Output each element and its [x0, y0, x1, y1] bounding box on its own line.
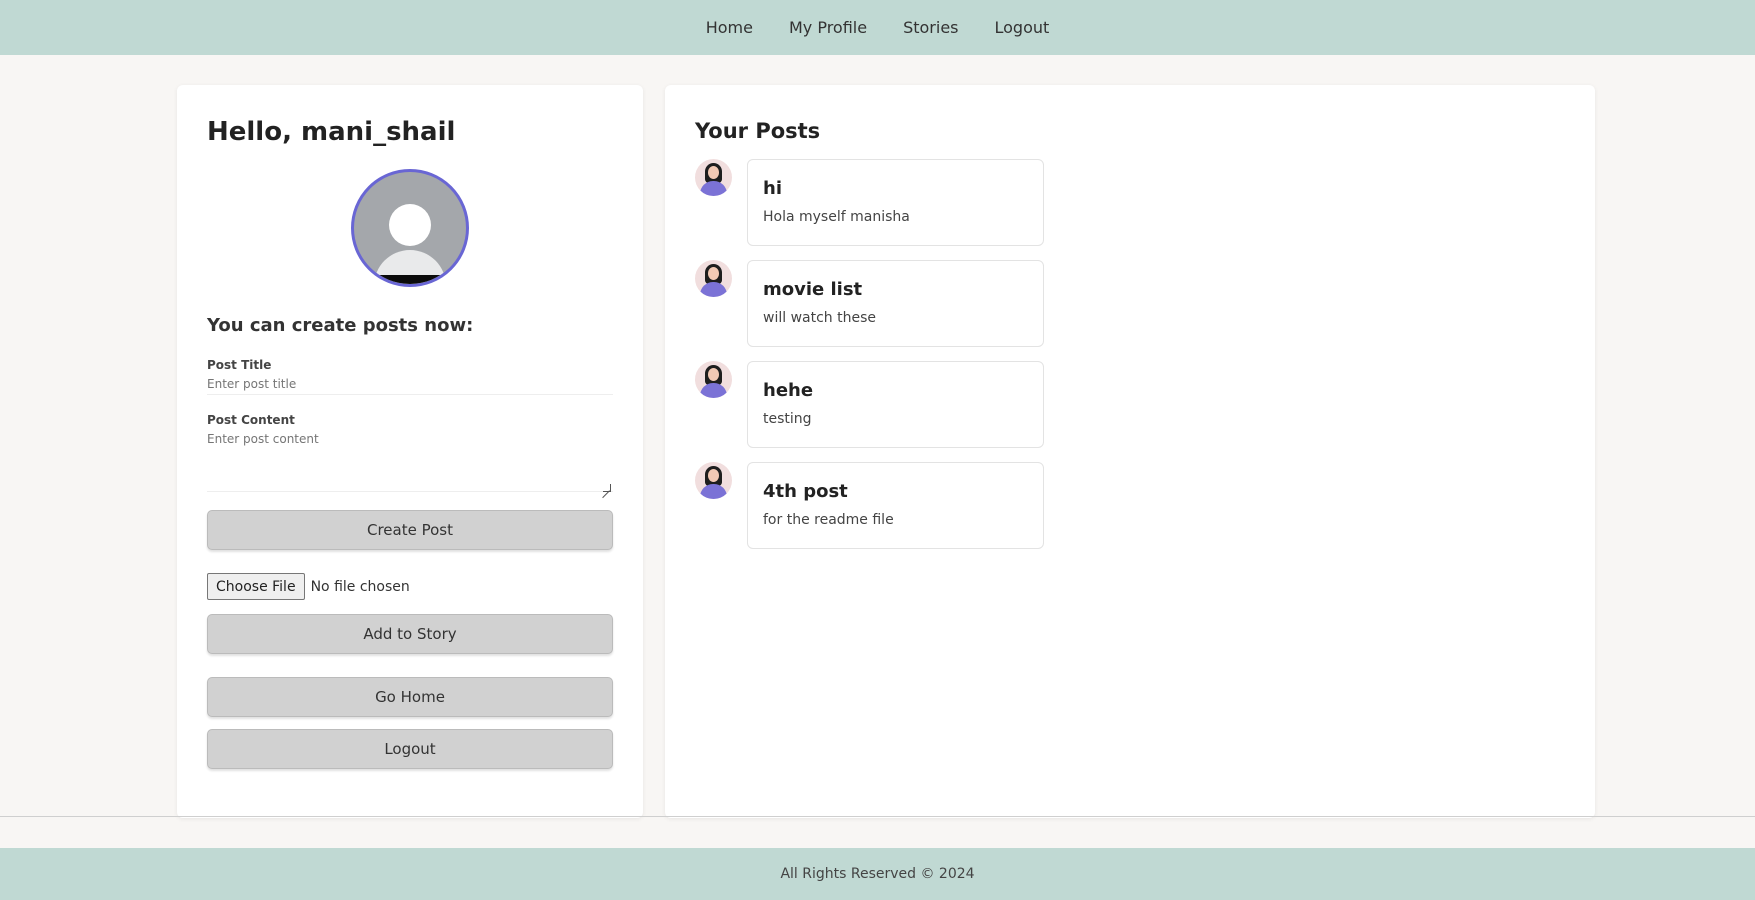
post-item: hi Hola myself manisha: [695, 159, 1565, 246]
footer-copyright: All Rights Reserved © 2024: [780, 866, 975, 882]
resize-grip-icon[interactable]: [603, 484, 611, 492]
post-content-label: Post Content: [207, 413, 295, 427]
choose-file-button[interactable]: Choose File: [207, 573, 305, 600]
logout-button[interactable]: Logout: [207, 729, 613, 769]
user-avatar-icon: [695, 159, 732, 196]
create-post-heading: You can create posts now:: [207, 315, 474, 336]
post-card[interactable]: hehe testing: [747, 361, 1044, 448]
post-title-label: Post Title: [207, 358, 272, 372]
post-item: movie list will watch these: [695, 260, 1565, 347]
post-title-input[interactable]: [207, 372, 613, 395]
post-content: testing: [763, 411, 812, 427]
create-post-button[interactable]: Create Post: [207, 510, 613, 550]
post-content: for the readme file: [763, 512, 894, 528]
nav-link-my-profile[interactable]: My Profile: [789, 18, 867, 37]
user-avatar-icon: [695, 462, 732, 499]
post-content: Hola myself manisha: [763, 209, 910, 225]
add-to-story-button[interactable]: Add to Story: [207, 614, 613, 654]
page-footer: All Rights Reserved © 2024: [0, 848, 1755, 900]
post-content-wrapper: [207, 427, 613, 496]
post-title: movie list: [763, 279, 863, 300]
post-content-textarea[interactable]: [207, 427, 613, 492]
profile-picture: [351, 169, 469, 287]
footer-divider: [0, 816, 1755, 817]
nav-link-logout[interactable]: Logout: [995, 18, 1050, 37]
post-list: hi Hola myself manisha movie list will w…: [695, 159, 1565, 549]
post-item: hehe testing: [695, 361, 1565, 448]
profile-head-shape: [389, 204, 431, 246]
profile-bottom-bar: [354, 275, 466, 284]
post-title: hehe: [763, 380, 814, 401]
post-card[interactable]: movie list will watch these: [747, 260, 1044, 347]
post-card[interactable]: hi Hola myself manisha: [747, 159, 1044, 246]
post-content: will watch these: [763, 310, 876, 326]
top-navbar: Home My Profile Stories Logout: [0, 0, 1755, 55]
posts-heading: Your Posts: [695, 119, 821, 143]
post-card[interactable]: 4th post for the readme file: [747, 462, 1044, 549]
post-title: hi: [763, 178, 782, 199]
go-home-button[interactable]: Go Home: [207, 677, 613, 717]
post-title: 4th post: [763, 481, 848, 502]
file-picker: Choose File No file chosen: [207, 573, 613, 600]
user-avatar-icon: [695, 260, 732, 297]
posts-card: Your Posts hi Hola myself manisha movie …: [665, 85, 1595, 818]
post-item: 4th post for the readme file: [695, 462, 1565, 549]
file-status-text: No file chosen: [310, 578, 410, 595]
user-avatar-icon: [695, 361, 732, 398]
profile-card: Hello, mani_shail You can create posts n…: [177, 85, 643, 818]
greeting-heading: Hello, mani_shail: [207, 117, 456, 147]
nav-link-home[interactable]: Home: [706, 18, 753, 37]
nav-link-stories[interactable]: Stories: [903, 18, 958, 37]
